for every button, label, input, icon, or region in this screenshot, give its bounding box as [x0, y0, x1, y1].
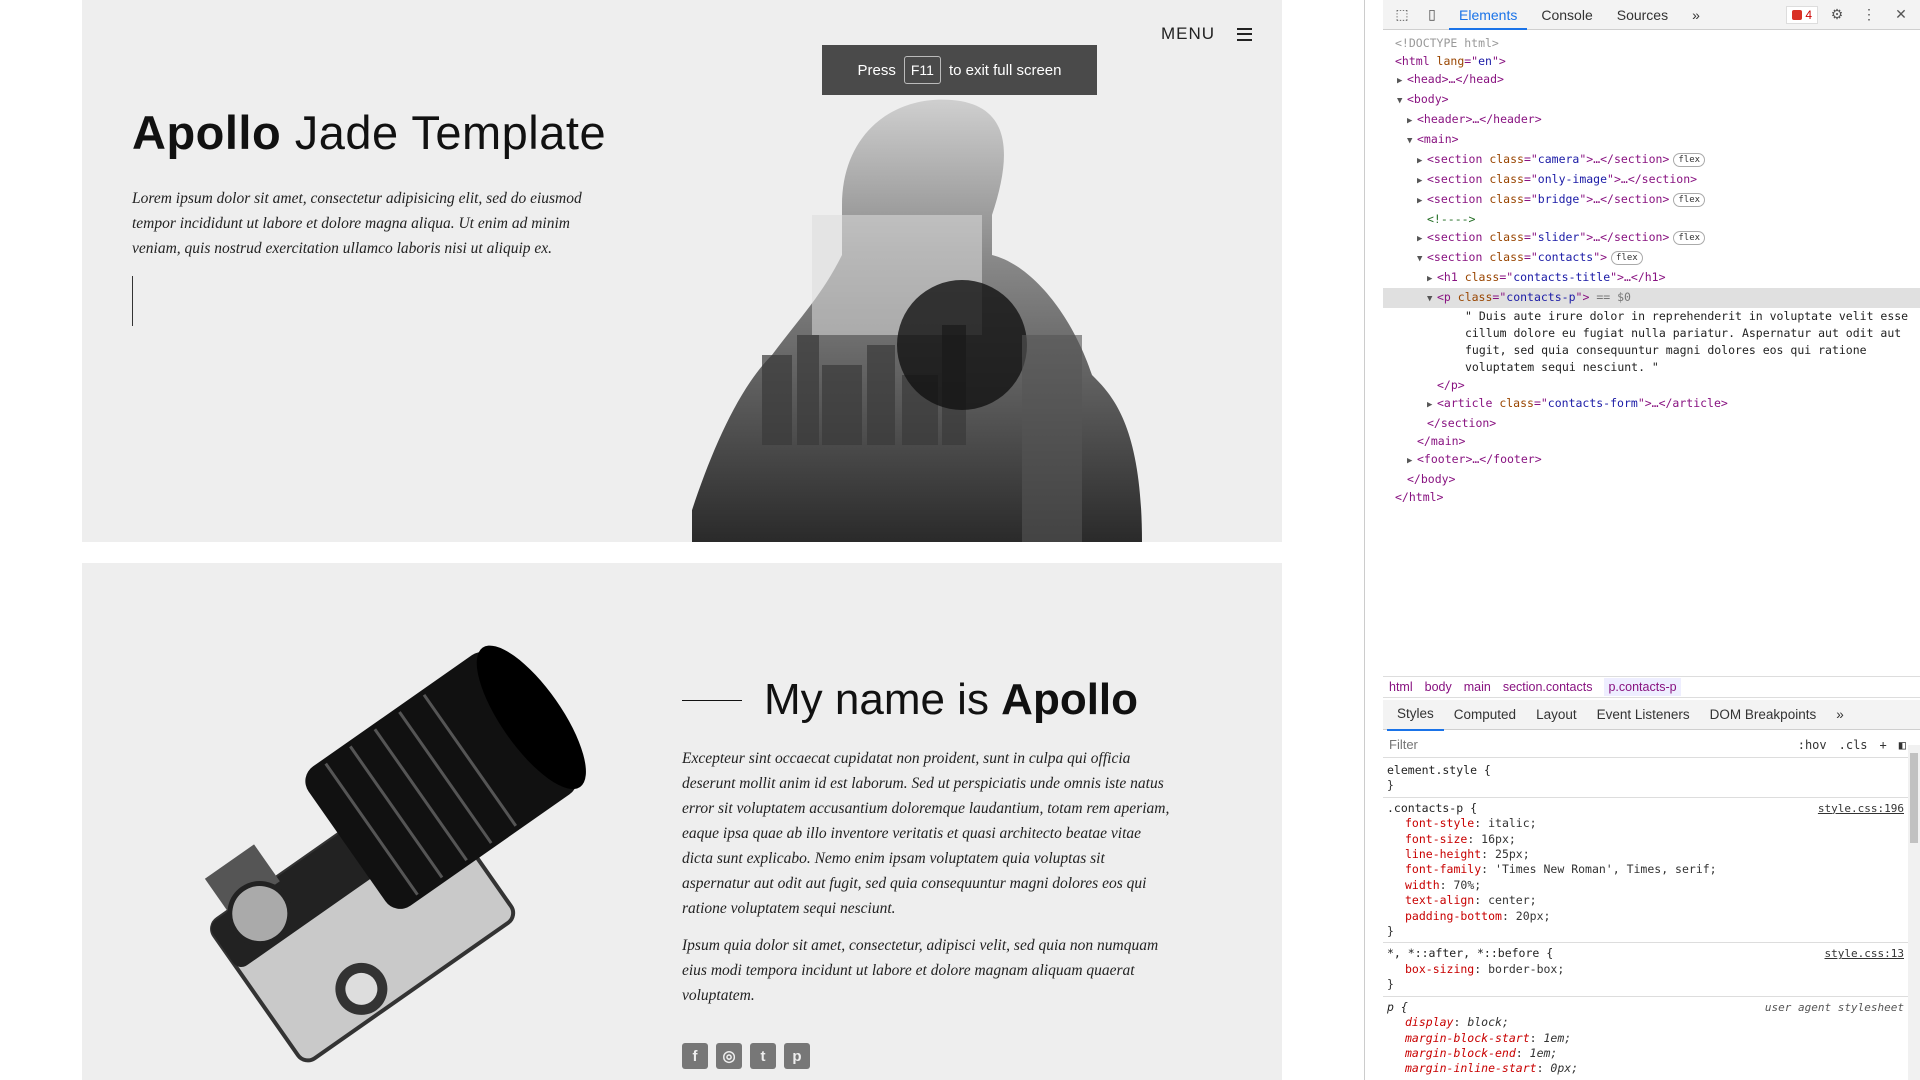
about-paragraph-1: Excepteur sint occaecat cupidatat non pr…: [682, 750, 1170, 917]
hero-section: MENU Apollo Jade Template Lorem ipsum do…: [82, 0, 1282, 542]
more-tabs-button[interactable]: »: [1682, 0, 1710, 30]
tab-sources[interactable]: Sources: [1607, 0, 1678, 30]
rule-contacts-p[interactable]: style.css:196 .contacts-p { font-style: …: [1383, 798, 1908, 944]
text-cursor: [132, 276, 133, 326]
toast-exit-text: to exit full screen: [948, 61, 1062, 79]
title-dash: [682, 699, 742, 701]
devtools-panel: ⬚ ▯ Elements Console Sources » 4 ⚙ ⋮ ✕ <…: [1364, 0, 1920, 1080]
more-options-icon[interactable]: ⋮: [1856, 0, 1882, 30]
hover-state-button[interactable]: :hov: [1798, 738, 1827, 752]
camera-image: [204, 645, 586, 1063]
rule-p-user-agent[interactable]: user agent stylesheet p { display: block…: [1383, 997, 1908, 1080]
about-paragraph-2: Ipsum quia dolor sit amet, consectetur, …: [682, 937, 1159, 1004]
dom-section[interactable]: ▶ <section class="slider">…</section> flex: [1383, 228, 1920, 248]
dom-comment[interactable]: <!---->: [1383, 210, 1920, 228]
crumb-html[interactable]: html: [1389, 680, 1413, 694]
dom-tree: <!DOCTYPE html> <html lang="en"> ▶ <head>…: [1383, 30, 1920, 506]
about-title: My name is Apollo: [682, 675, 1138, 725]
inspect-element-icon[interactable]: ⬚: [1389, 0, 1415, 30]
dom-main-close[interactable]: </main>: [1383, 432, 1920, 450]
crumb-section[interactable]: section.contacts: [1503, 680, 1593, 694]
website-viewport: MENU Apollo Jade Template Lorem ipsum do…: [0, 0, 1364, 1080]
tab-computed[interactable]: Computed: [1444, 700, 1526, 730]
device-toolbar-icon[interactable]: ▯: [1419, 0, 1445, 30]
styles-scrollbar-thumb[interactable]: [1910, 753, 1918, 843]
rule-universal[interactable]: style.css:13 *, *::after, *::before { bo…: [1383, 943, 1908, 997]
styles-subtabs: Styles Computed Layout Event Listeners D…: [1383, 699, 1920, 731]
crumb-p[interactable]: p.contacts-p: [1604, 678, 1681, 696]
dom-header[interactable]: ▶ <header>…</header>: [1383, 110, 1920, 130]
rule-element-style[interactable]: element.style { }: [1383, 760, 1908, 798]
dom-section[interactable]: ▶ <section class="bridge">…</section> flex: [1383, 190, 1920, 210]
hero-title: Apollo Jade Template: [132, 105, 606, 160]
close-icon[interactable]: ✕: [1888, 0, 1914, 30]
hamburger-icon: [1237, 27, 1252, 41]
devtools-tabbar: ⬚ ▯ Elements Console Sources » 4 ⚙ ⋮ ✕: [1383, 0, 1920, 30]
tab-console[interactable]: Console: [1531, 0, 1602, 30]
more-subtabs-button[interactable]: »: [1826, 700, 1854, 730]
about-title-light: My name is: [764, 675, 1002, 724]
menu-button[interactable]: MENU: [1161, 24, 1252, 44]
dom-body-close[interactable]: </body>: [1383, 470, 1920, 488]
toast-press: Press: [857, 61, 896, 79]
toast-key: F11: [903, 56, 941, 84]
dom-main[interactable]: ▼ <main>: [1383, 130, 1920, 150]
social-links: f ◎ t p: [682, 1043, 810, 1069]
hero-title-bold: Apollo: [132, 106, 282, 159]
hero-title-light: Jade Template: [281, 106, 607, 159]
dom-doctype[interactable]: <!DOCTYPE html>: [1383, 34, 1920, 52]
tab-elements[interactable]: Elements: [1449, 0, 1528, 30]
dom-article[interactable]: ▶ <article class="contacts-form">…</artic…: [1383, 394, 1920, 414]
dom-html[interactable]: <html lang="en">: [1383, 52, 1920, 70]
tab-event-listeners[interactable]: Event Listeners: [1587, 700, 1700, 730]
dom-section[interactable]: ▶ <section class="camera">…</section> flex: [1383, 150, 1920, 170]
hero-text: Lorem ipsum dolor sit amet, consectetur …: [132, 190, 582, 257]
rule-source-ua: user agent stylesheet: [1764, 1000, 1904, 1014]
dom-footer[interactable]: ▶ <footer>…</footer>: [1383, 450, 1920, 470]
rule-source-link[interactable]: style.css:13: [1825, 946, 1904, 961]
instagram-icon[interactable]: ◎: [716, 1043, 742, 1069]
tab-dom-breakpoints[interactable]: DOM Breakpoints: [1700, 700, 1827, 730]
error-count: 4: [1805, 7, 1812, 22]
crumb-body[interactable]: body: [1425, 680, 1452, 694]
styles-scrollbar[interactable]: [1908, 745, 1920, 1080]
twitter-icon[interactable]: t: [750, 1043, 776, 1069]
double-exposure-photographer-image: [692, 99, 1142, 542]
dom-h1[interactable]: ▶ <h1 class="contacts-title">…</h1>: [1383, 268, 1920, 288]
class-toggle-button[interactable]: .cls: [1839, 738, 1868, 752]
about-title-bold: Apollo: [1001, 675, 1139, 724]
tab-styles[interactable]: Styles: [1387, 699, 1444, 731]
dom-head[interactable]: ▶ <head>…</head>: [1383, 70, 1920, 90]
menu-label: MENU: [1160, 24, 1215, 43]
about-section: My name is Apollo Excepteur sint occaeca…: [82, 563, 1282, 1080]
error-count-badge[interactable]: 4: [1786, 5, 1818, 24]
dom-p-selected[interactable]: ▼ <p class="contacts-p"> == $0: [1383, 288, 1920, 308]
add-rule-button[interactable]: +: [1880, 738, 1887, 752]
dom-section-close[interactable]: </section>: [1383, 414, 1920, 432]
dom-p-text[interactable]: " Duis aute irure dolor in reprehenderit…: [1383, 308, 1920, 376]
tab-layout[interactable]: Layout: [1526, 700, 1587, 730]
facebook-icon[interactable]: f: [682, 1043, 708, 1069]
styles-filter-input[interactable]: [1389, 737, 1798, 752]
dom-p-close[interactable]: </p>: [1383, 376, 1920, 394]
settings-gear-icon[interactable]: ⚙: [1824, 0, 1850, 30]
styles-filter-bar: :hov .cls + ◧: [1383, 732, 1920, 758]
styles-pane: element.style { } style.css:196 .contact…: [1383, 760, 1908, 1080]
error-icon: [1792, 9, 1803, 20]
dom-body[interactable]: ▼ <body>: [1383, 90, 1920, 110]
dom-section[interactable]: ▶ <section class="only-image">…</section>: [1383, 170, 1920, 190]
pinterest-icon[interactable]: p: [784, 1043, 810, 1069]
dom-section[interactable]: ▼ <section class="contacts"> flex: [1383, 248, 1920, 268]
crumb-main[interactable]: main: [1464, 680, 1491, 694]
computed-sidebar-icon[interactable]: ◧: [1899, 738, 1906, 752]
rule-source-link[interactable]: style.css:196: [1818, 801, 1904, 816]
dom-html-close[interactable]: </html>: [1383, 488, 1920, 506]
fullscreen-toast: Press F11 to exit full screen: [822, 45, 1097, 95]
breadcrumb: html body main section.contacts p.contac…: [1383, 676, 1920, 698]
